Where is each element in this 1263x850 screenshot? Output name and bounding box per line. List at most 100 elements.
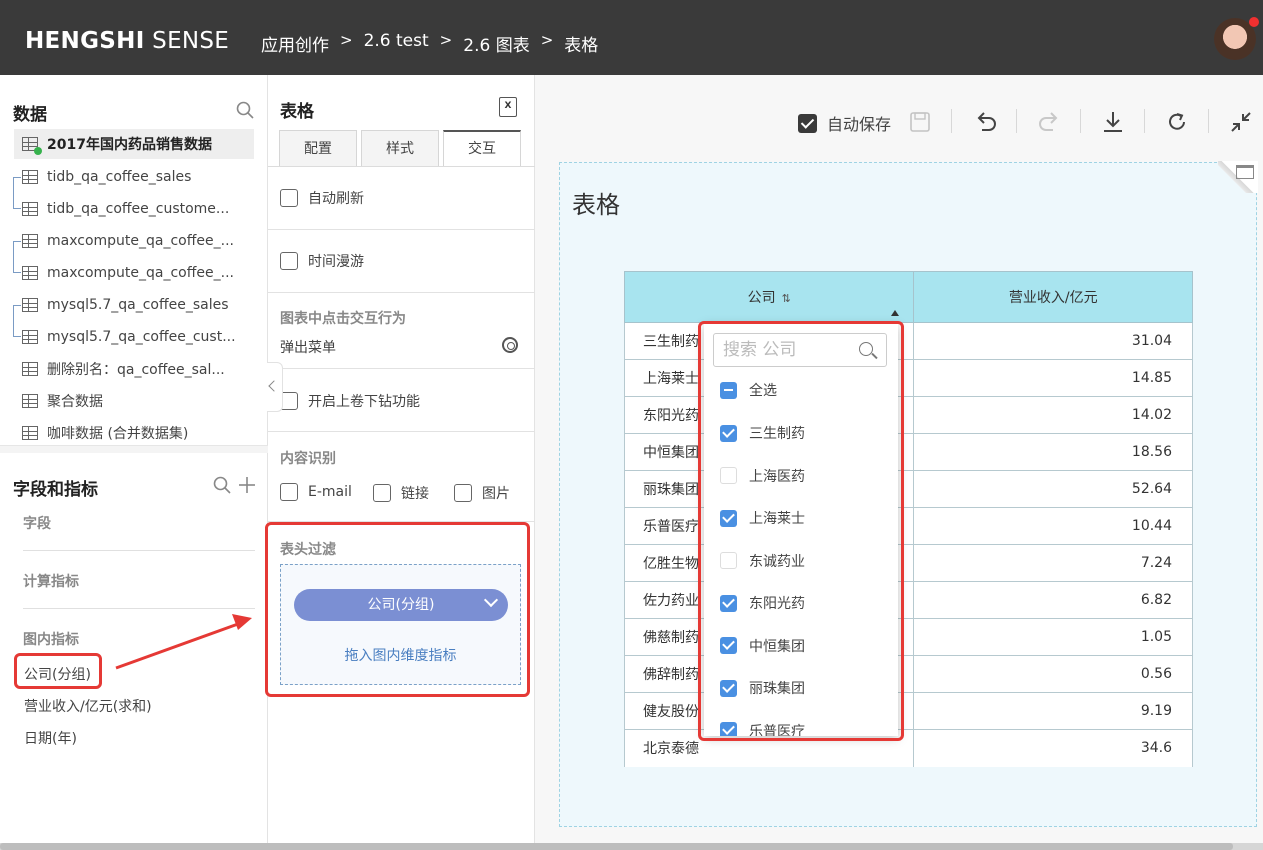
revenue-cell: 7.24 <box>913 544 1193 582</box>
undo-icon[interactable] <box>974 110 998 134</box>
tab-interaction[interactable]: 交互 <box>443 130 521 166</box>
redo-icon[interactable] <box>1037 110 1061 134</box>
divider <box>23 608 255 609</box>
revenue-cell: 0.56 <box>913 655 1193 693</box>
gear-icon[interactable] <box>502 337 518 353</box>
table-header-row: 公司 ⇅ 营业收入/亿元 <box>623 271 1193 323</box>
highlight-box <box>14 653 102 689</box>
email-checkbox[interactable] <box>280 483 298 501</box>
add-icon[interactable] <box>238 476 256 494</box>
autosave-checkbox[interactable] <box>798 113 817 133</box>
table-icon <box>22 266 38 280</box>
chart-metrics-subsection[interactable]: 图内指标 <box>23 629 79 649</box>
recog-image-option[interactable]: 图片 <box>454 483 510 503</box>
table-icon <box>22 394 38 408</box>
auto-refresh-option[interactable]: 自动刷新 <box>280 188 364 208</box>
dataset-item[interactable]: 聚合数据 <box>22 386 103 416</box>
time-roam-option[interactable]: 时间漫游 <box>280 251 364 271</box>
collapse-panel-button[interactable] <box>267 362 283 412</box>
divider <box>268 292 535 293</box>
config-panel: 表格 X 配置 样式 交互 自动刷新 时间漫游 图表中点击交互行为 弹出菜单 开… <box>265 75 535 850</box>
toolbar-separator <box>951 109 952 133</box>
breadcrumb-item[interactable]: 应用创作 <box>261 31 329 56</box>
click-behavior-value: 弹出菜单 <box>280 340 336 356</box>
search-icon[interactable] <box>236 101 254 119</box>
scrollbar-thumb[interactable] <box>0 843 1233 850</box>
breadcrumb-current: 表格 <box>564 36 599 56</box>
dataset-item[interactable]: maxcompute_qa_coffee_... <box>22 226 234 256</box>
revenue-cell: 14.85 <box>913 359 1193 397</box>
calc-metrics-subsection[interactable]: 计算指标 <box>23 571 79 591</box>
chart-toolbar: 自动保存 <box>535 105 1263 135</box>
dataset-link-line <box>13 241 21 273</box>
drill-option[interactable]: 开启上卷下钻功能 <box>280 391 420 411</box>
horizontal-scrollbar[interactable] <box>0 843 1263 850</box>
data-sidebar: 数据 2017年国内药品销售数据 tidb_qa_coffee_sales ti… <box>0 75 268 850</box>
config-tabs: 配置 样式 交互 <box>279 130 521 166</box>
notification-dot <box>1249 17 1259 27</box>
dataset-item[interactable]: 删除别名：qa_coffee_sal... <box>22 354 225 384</box>
column-header-company[interactable]: 公司 ⇅ <box>623 271 915 323</box>
chart-card[interactable]: 表格 公司 ⇅ 营业收入/亿元 三生制药 31.04 上海莱士 14.85 东阳光药 14.… <box>559 161 1258 827</box>
refresh-icon[interactable] <box>1165 110 1189 134</box>
top-bar: HENGSHI SENSE 应用创作 > 2.6 test > 2.6 图表 >… <box>0 0 1263 75</box>
app-logo[interactable]: HENGSHI SENSE <box>25 28 229 54</box>
save-icon[interactable] <box>909 111 931 133</box>
user-avatar[interactable] <box>1214 17 1259 60</box>
highlight-box <box>698 321 904 741</box>
table-settings-icon[interactable] <box>1236 165 1254 179</box>
dataset-link-line <box>13 177 21 209</box>
chart-title: 表格 <box>572 191 620 219</box>
excel-export-icon[interactable]: X <box>499 97 517 117</box>
tab-config[interactable]: 配置 <box>279 130 357 166</box>
time-roam-checkbox[interactable] <box>280 252 298 270</box>
revenue-cell: 9.19 <box>913 692 1193 730</box>
toolbar-separator <box>1208 109 1209 133</box>
filter-triangle-icon[interactable] <box>891 310 900 316</box>
revenue-cell: 1.05 <box>913 618 1193 656</box>
link-checkbox[interactable] <box>373 484 391 502</box>
autosave-toggle[interactable]: 自动保存 <box>798 111 891 135</box>
revenue-cell: 31.04 <box>913 322 1193 360</box>
auto-refresh-checkbox[interactable] <box>280 189 298 207</box>
dataset-item[interactable]: tidb_qa_coffee_custome... <box>22 194 229 224</box>
click-behavior-title: 图表中点击交互行为 <box>280 311 406 327</box>
dataset-item[interactable]: maxcompute_qa_coffee_... <box>22 258 234 288</box>
table-icon <box>22 330 38 344</box>
toolbar-separator <box>1144 109 1145 133</box>
toolbar-separator <box>1080 109 1081 133</box>
toolbar-separator <box>1016 109 1017 133</box>
revenue-cell: 10.44 <box>913 507 1193 545</box>
revenue-cell: 34.6 <box>913 729 1193 767</box>
section-divider <box>0 445 268 453</box>
revenue-cell: 18.56 <box>913 433 1193 471</box>
content-recognition-title: 内容识别 <box>280 451 336 467</box>
column-header-revenue[interactable]: 营业收入/亿元 <box>913 271 1193 323</box>
revenue-cell: 6.82 <box>913 581 1193 619</box>
collapse-icon[interactable] <box>1229 110 1253 134</box>
chart-field-date[interactable]: 日期(年) <box>24 728 77 748</box>
divider <box>268 229 535 230</box>
sort-icon[interactable]: ⇅ <box>782 292 791 305</box>
dataset-item[interactable]: mysql5.7_qa_coffee_sales <box>22 290 229 320</box>
download-icon[interactable] <box>1101 110 1125 134</box>
image-checkbox[interactable] <box>454 484 472 502</box>
recog-email-option[interactable]: E-mail <box>280 483 352 501</box>
dataset-item[interactable]: tidb_qa_coffee_sales <box>22 162 191 192</box>
tab-underline <box>268 166 535 167</box>
divider <box>268 368 535 369</box>
breadcrumb-item[interactable]: 2.6 test <box>364 31 429 56</box>
revenue-cell: 14.02 <box>913 396 1193 434</box>
table-icon <box>22 234 38 248</box>
chart-field-revenue[interactable]: 营业收入/亿元(求和) <box>24 696 152 716</box>
search-icon[interactable] <box>213 476 231 494</box>
tab-style[interactable]: 样式 <box>361 130 439 166</box>
table-icon <box>22 202 38 216</box>
breadcrumb-item[interactable]: 2.6 图表 <box>463 31 529 56</box>
dataset-item[interactable]: 2017年国内药品销售数据 <box>14 129 254 159</box>
dataset-link-line <box>13 305 21 337</box>
dataset-item[interactable]: mysql5.7_qa_coffee_cust... <box>22 322 236 352</box>
dataset-item[interactable]: 咖啡数据 (合并数据集) <box>22 418 188 448</box>
recog-link-option[interactable]: 链接 <box>373 483 429 503</box>
fields-subsection[interactable]: 字段 <box>23 513 51 533</box>
